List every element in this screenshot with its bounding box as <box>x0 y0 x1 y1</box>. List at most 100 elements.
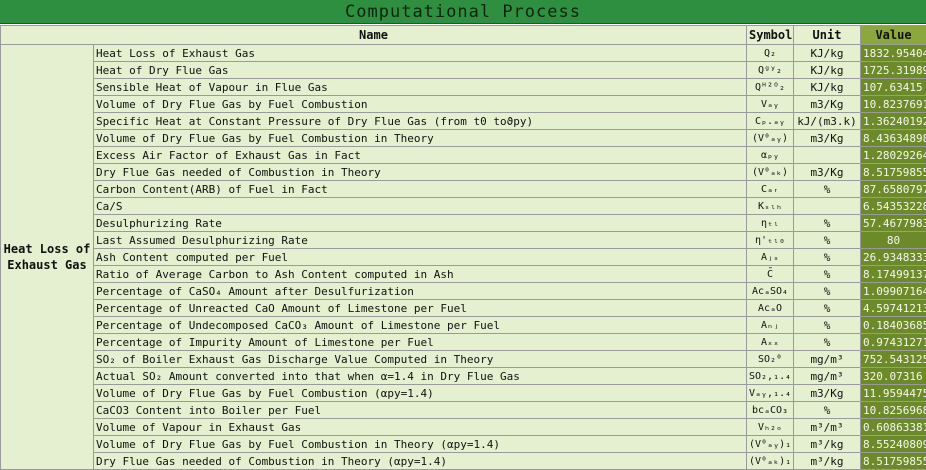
symbol-cell[interactable]: η'ₜₗ₀ <box>747 232 794 249</box>
name-cell[interactable]: Ca/S <box>94 198 747 215</box>
name-cell[interactable]: Percentage of CaSO₄ Amount after Desulfu… <box>94 283 747 300</box>
name-cell[interactable]: Heat of Dry Flue Gas <box>94 62 747 79</box>
value-cell[interactable]: 8.51759855 <box>861 164 926 181</box>
name-cell[interactable]: Ash Content computed per Fuel <box>94 249 747 266</box>
unit-cell[interactable]: mg/m³ <box>794 351 861 368</box>
unit-cell[interactable]: KJ/kg <box>794 45 861 62</box>
symbol-cell[interactable]: Vₐᵧ <box>747 96 794 113</box>
unit-cell[interactable]: m³/m³ <box>794 419 861 436</box>
unit-cell[interactable]: % <box>794 215 861 232</box>
unit-cell[interactable]: % <box>794 300 861 317</box>
value-cell[interactable]: 87.6580797 <box>861 181 926 198</box>
category-cell[interactable]: Heat Loss of Exhaust Gas <box>1 45 94 470</box>
unit-cell[interactable]: % <box>794 402 861 419</box>
symbol-cell[interactable]: Vₕ₂ₒ <box>747 419 794 436</box>
unit-cell[interactable]: % <box>794 334 861 351</box>
symbol-cell[interactable]: Q₂ <box>747 45 794 62</box>
symbol-cell[interactable]: bcₐCO₃ <box>747 402 794 419</box>
symbol-cell[interactable]: αₚᵧ <box>747 147 794 164</box>
symbol-cell[interactable]: Cₐᵣ <box>747 181 794 198</box>
unit-cell[interactable]: m3/Kg <box>794 96 861 113</box>
symbol-cell[interactable]: Qᴴ²ᴼ₂ <box>747 79 794 96</box>
symbol-cell[interactable]: Cₚ.ₐᵧ <box>747 113 794 130</box>
name-cell[interactable]: Volume of Vapour in Exhaust Gas <box>94 419 747 436</box>
symbol-cell[interactable]: Aₓₓ <box>747 334 794 351</box>
name-cell[interactable]: Dry Flue Gas needed of Combustion in The… <box>94 453 747 470</box>
unit-cell[interactable]: kJ/(m3.k) <box>794 113 861 130</box>
value-cell[interactable]: 752.543125 <box>861 351 926 368</box>
value-cell[interactable]: 57.4677983 <box>861 215 926 232</box>
value-cell[interactable]: 10.8256968 <box>861 402 926 419</box>
symbol-cell[interactable]: Aⱼₛ <box>747 249 794 266</box>
name-cell[interactable]: Sensible Heat of Vapour in Flue Gas <box>94 79 747 96</box>
unit-cell[interactable]: % <box>794 317 861 334</box>
unit-cell[interactable]: % <box>794 283 861 300</box>
column-header-name[interactable]: Name <box>1 26 747 45</box>
symbol-cell[interactable]: C̄ <box>747 266 794 283</box>
value-cell[interactable]: 8.17499137 <box>861 266 926 283</box>
name-cell[interactable]: Excess Air Factor of Exhaust Gas in Fact <box>94 147 747 164</box>
value-cell[interactable]: 6.54353228 <box>861 198 926 215</box>
name-cell[interactable]: Dry Flue Gas needed of Combustion in The… <box>94 164 747 181</box>
symbol-cell[interactable]: Aₙⱼ <box>747 317 794 334</box>
unit-cell[interactable]: % <box>794 266 861 283</box>
unit-cell[interactable]: m3/Kg <box>794 385 861 402</box>
name-cell[interactable]: Percentage of Impurity Amount of Limesto… <box>94 334 747 351</box>
symbol-cell[interactable]: SO₂⁰ <box>747 351 794 368</box>
value-cell[interactable]: 80 <box>861 232 926 249</box>
unit-cell[interactable]: KJ/kg <box>794 62 861 79</box>
value-cell[interactable]: 1.28029264 <box>861 147 926 164</box>
symbol-cell[interactable]: Qᵍʸ₂ <box>747 62 794 79</box>
name-cell[interactable]: Ratio of Average Carbon to Ash Content c… <box>94 266 747 283</box>
value-cell[interactable]: 1725.31989 <box>861 62 926 79</box>
name-cell[interactable]: Volume of Dry Flue Gas by Fuel Combustio… <box>94 385 747 402</box>
column-header-symbol[interactable]: Symbol <box>747 26 794 45</box>
unit-cell[interactable]: % <box>794 181 861 198</box>
value-cell[interactable]: 1.09907164 <box>861 283 926 300</box>
name-cell[interactable]: Desulphurizing Rate <box>94 215 747 232</box>
unit-cell[interactable]: m3/Kg <box>794 164 861 181</box>
name-cell[interactable]: Specific Heat at Constant Pressure of Dr… <box>94 113 747 130</box>
symbol-cell[interactable]: AcₐO <box>747 300 794 317</box>
name-cell[interactable]: Volume of Dry Flue Gas by Fuel Combustio… <box>94 96 747 113</box>
unit-cell[interactable] <box>794 147 861 164</box>
name-cell[interactable]: Percentage of Unreacted CaO Amount of Li… <box>94 300 747 317</box>
name-cell[interactable]: Percentage of Undecomposed CaCO₃ Amount … <box>94 317 747 334</box>
column-header-value[interactable]: Value <box>861 26 926 45</box>
symbol-cell[interactable]: (V⁰ₐᵧ) <box>747 130 794 147</box>
unit-cell[interactable]: m³/kg <box>794 436 861 453</box>
value-cell[interactable]: 8.51759855 <box>861 453 926 470</box>
unit-cell[interactable]: KJ/kg <box>794 79 861 96</box>
value-cell[interactable]: 8.55240809 <box>861 436 926 453</box>
symbol-cell[interactable]: (V⁰ₐᵧ)₁.₄ <box>747 436 794 453</box>
unit-cell[interactable]: % <box>794 249 861 266</box>
name-cell[interactable]: Volume of Dry Flue Gas by Fuel Combustio… <box>94 436 747 453</box>
name-cell[interactable]: Last Assumed Desulphurizing Rate <box>94 232 747 249</box>
name-cell[interactable]: SO₂ of Boiler Exhaust Gas Discharge Valu… <box>94 351 747 368</box>
name-cell[interactable]: Volume of Dry Flue Gas by Fuel Combustio… <box>94 130 747 147</box>
value-cell[interactable]: 4.59741213 <box>861 300 926 317</box>
symbol-cell[interactable]: SO₂,₁.₄ <box>747 368 794 385</box>
value-cell[interactable]: 10.8237691 <box>861 96 926 113</box>
unit-cell[interactable] <box>794 198 861 215</box>
value-cell[interactable]: 0.18403685 <box>861 317 926 334</box>
value-cell[interactable]: 1.36240192 <box>861 113 926 130</box>
symbol-cell[interactable]: (V⁰ₐₖ) <box>747 164 794 181</box>
unit-cell[interactable]: m3/Kg <box>794 130 861 147</box>
name-cell[interactable]: Actual SO₂ Amount converted into that wh… <box>94 368 747 385</box>
value-cell[interactable]: 11.9594475 <box>861 385 926 402</box>
value-cell[interactable]: 107.63415 <box>861 79 926 96</box>
symbol-cell[interactable]: ηₜₗ <box>747 215 794 232</box>
symbol-cell[interactable]: Kₛₗₕ <box>747 198 794 215</box>
value-cell[interactable]: 320.07316 <box>861 368 926 385</box>
name-cell[interactable]: Carbon Content(ARB) of Fuel in Fact <box>94 181 747 198</box>
name-cell[interactable]: CaCO3 Content into Boiler per Fuel <box>94 402 747 419</box>
unit-cell[interactable]: % <box>794 232 861 249</box>
symbol-cell[interactable]: (V⁰ₐₖ)₁.₄ <box>747 453 794 470</box>
column-header-unit[interactable]: Unit <box>794 26 861 45</box>
symbol-cell[interactable]: Vₐᵧ,₁.₄ <box>747 385 794 402</box>
value-cell[interactable]: 1832.95404 <box>861 45 926 62</box>
symbol-cell[interactable]: AcₐSO₄ <box>747 283 794 300</box>
name-cell[interactable]: Heat Loss of Exhaust Gas <box>94 45 747 62</box>
value-cell[interactable]: 0.97431271 <box>861 334 926 351</box>
